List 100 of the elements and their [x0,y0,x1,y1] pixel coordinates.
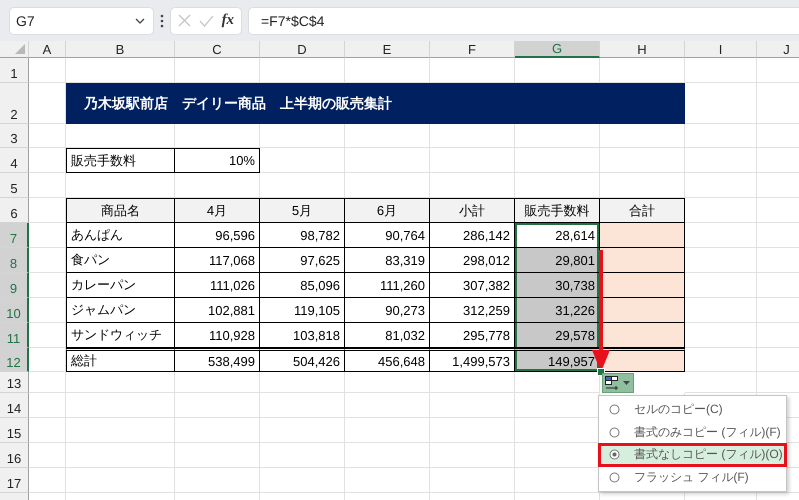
column-header[interactable]: F [430,41,515,58]
worksheet-cell[interactable] [175,468,260,493]
row-header[interactable]: 7 [0,223,29,248]
select-all-button[interactable] [0,41,29,58]
row-header[interactable]: 1 [0,58,29,83]
worksheet-cell[interactable] [260,468,345,493]
column-header[interactable]: B [66,41,175,58]
row-header[interactable]: 6 [0,198,29,223]
column-header[interactable]: D [260,41,345,58]
menu-item[interactable]: 書式なしコピー (フィル)(O) [599,444,786,466]
worksheet-cell[interactable] [66,372,175,393]
row-header[interactable]: 16 [0,443,29,468]
worksheet-cell[interactable] [345,418,430,443]
worksheet-cell[interactable] [685,298,757,323]
worksheet-cell[interactable] [260,372,345,393]
formula-field[interactable]: =F7*$C$4 [248,6,799,34]
worksheet-cell[interactable] [29,372,66,393]
select-all-icon[interactable] [15,44,25,54]
worksheet-cell[interactable] [600,148,685,173]
row-header[interactable]: 17 [0,468,29,493]
worksheet-cell[interactable] [29,418,66,443]
worksheet-cell[interactable] [685,198,757,223]
worksheet-cell[interactable] [430,372,515,393]
worksheet-cell[interactable] [685,348,757,372]
worksheet-cell[interactable] [430,418,515,443]
close-icon[interactable] [178,14,191,27]
worksheet-cell[interactable] [29,58,66,83]
column-header[interactable]: C [175,41,260,58]
worksheet-cell[interactable] [685,323,757,348]
worksheet-cell[interactable] [260,418,345,443]
worksheet-cell[interactable] [685,223,757,248]
worksheet-cell[interactable] [29,298,66,323]
row-header[interactable]: 2 [0,83,29,124]
chevron-down-icon[interactable] [135,18,145,24]
worksheet-cell[interactable] [260,148,345,173]
worksheet-cell[interactable] [66,124,175,148]
worksheet-cell[interactable] [66,393,175,418]
worksheet-cell[interactable] [29,323,66,348]
row-header[interactable]: 13 [0,372,29,393]
row-header[interactable]: 14 [0,393,29,418]
worksheet-cell[interactable] [29,248,66,273]
worksheet-cell[interactable] [260,124,345,148]
radio-button[interactable] [609,404,620,415]
worksheet-cell[interactable] [430,443,515,468]
row-header[interactable]: 5 [0,173,29,198]
row-header[interactable]: 9 [0,273,29,298]
check-icon[interactable] [198,14,214,26]
worksheet-cell[interactable] [260,443,345,468]
worksheet-cell[interactable] [29,223,66,248]
worksheet-cell[interactable] [685,83,757,124]
worksheet-cell[interactable] [685,372,757,393]
worksheet-cell[interactable] [345,148,430,173]
worksheet-cell[interactable] [29,124,66,148]
more-icon[interactable] [160,14,164,28]
radio-button[interactable] [609,449,620,460]
worksheet-cell[interactable] [600,124,685,148]
row-header[interactable]: 12 [0,348,29,372]
worksheet-cell[interactable] [685,248,757,273]
worksheet-cell[interactable] [430,124,515,148]
worksheet-cell[interactable] [685,173,757,198]
worksheet-cell[interactable] [685,273,757,298]
worksheet-cell[interactable] [430,393,515,418]
worksheet-cell[interactable] [260,393,345,418]
menu-item[interactable]: 書式のみコピー (フィル)(F) [599,420,786,444]
worksheet-cell[interactable] [345,124,430,148]
row-header[interactable] [0,493,29,500]
menu-item[interactable]: セルのコピー(C) [599,398,786,421]
row-header[interactable]: 3 [0,124,29,148]
worksheet-cell[interactable] [685,58,757,83]
worksheet-cell[interactable] [345,443,430,468]
worksheet-cell[interactable] [515,124,600,148]
column-header[interactable]: G [515,41,600,58]
worksheet-cell[interactable] [29,468,66,493]
worksheet-cell[interactable] [29,148,66,173]
worksheet-cell[interactable] [29,443,66,468]
column-header[interactable]: J [757,41,799,58]
worksheet-cell[interactable] [175,393,260,418]
row-header[interactable]: 15 [0,418,29,443]
worksheet-cell[interactable] [430,468,515,493]
worksheet-cell[interactable] [685,124,757,148]
insert-function-button[interactable]: fx [222,12,234,29]
worksheet-cell[interactable] [345,393,430,418]
worksheet-cell[interactable] [175,418,260,443]
worksheet-cell[interactable] [515,148,600,173]
menu-item[interactable]: フラッシュ フィル(F) [599,466,786,489]
column-header[interactable]: H [600,41,685,58]
worksheet-cell[interactable] [29,173,66,198]
worksheet-cell[interactable] [345,468,430,493]
radio-button[interactable] [609,426,620,438]
worksheet-cell[interactable] [29,393,66,418]
column-header[interactable]: I [685,41,757,58]
worksheet-cell[interactable] [66,418,175,443]
worksheet-cell[interactable] [175,443,260,468]
row-header[interactable]: 8 [0,248,29,273]
worksheet-cell[interactable] [685,148,757,173]
worksheet-cell[interactable] [430,148,515,173]
name-box[interactable]: G7 [9,6,154,34]
worksheet-cell[interactable] [29,273,66,298]
worksheet-cell[interactable] [29,348,66,372]
radio-button[interactable] [609,472,620,484]
